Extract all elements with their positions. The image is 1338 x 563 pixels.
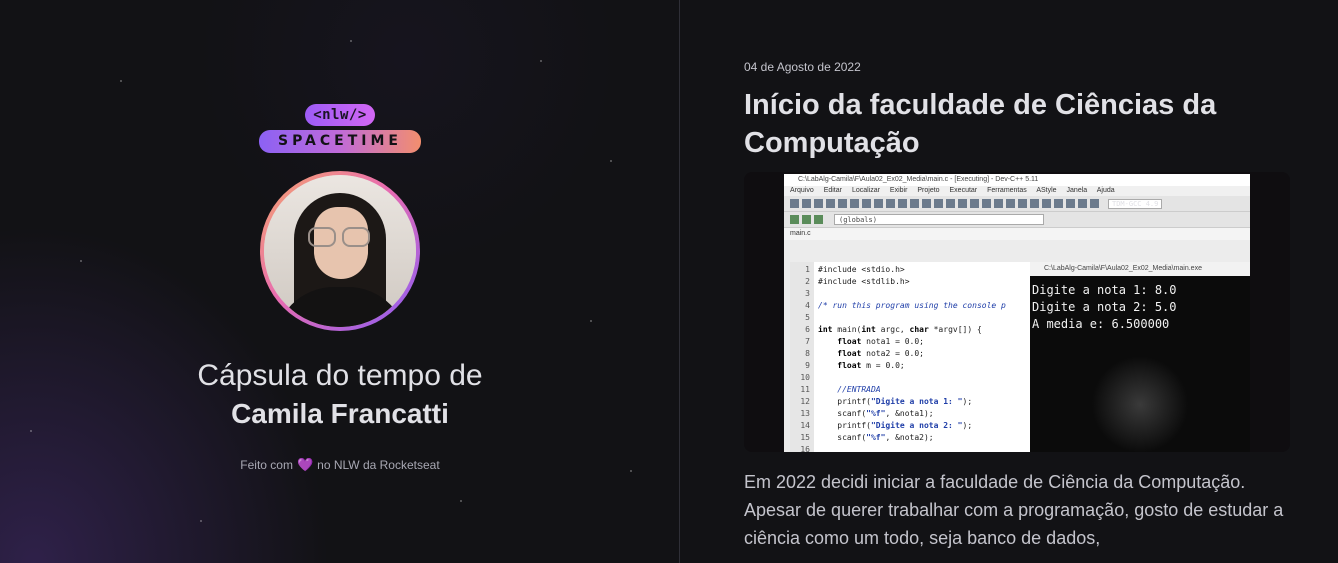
console-output: Digite a nota 1: 8.0 Digite a nota 2: 5.… [1032, 283, 1177, 331]
memory-panel[interactable]: 04 de Agosto de 2022 Início da faculdade… [680, 0, 1338, 563]
intro-panel: <nlw/> SPACETIME Cápsula do tempo de Cam… [0, 0, 680, 563]
ide-menu-item: Localizar [851, 187, 880, 194]
nlw-spacetime-logo: <nlw/> SPACETIME [259, 104, 421, 153]
ide-menu-bar: Arquivo Editar Localizar Exibir Projeto … [784, 186, 1250, 196]
ide-window-title: C:\LabAlg-Camila\F\Aula02_Ex02_Media\mai… [784, 174, 1250, 186]
ide-toolbar-secondary: (globals) [784, 212, 1250, 228]
logo-nlw-badge: <nlw/> [305, 104, 375, 126]
logo-spacetime-wordmark: SPACETIME [259, 130, 421, 153]
ide-menu-item: Janela [1066, 187, 1088, 194]
ide-code: #include <stdio.h> #include <stdlib.h> /… [818, 265, 1006, 442]
console-title: C:\LabAlg-Camila\F\Aula02_Ex02_Media\mai… [1030, 262, 1250, 276]
memory-date: 04 de Agosto de 2022 [744, 60, 861, 74]
ide-toolbar: TDM-GCC 4.9 [784, 196, 1250, 212]
ide-screenshot: C:\LabAlg-Camila\F\Aula02_Ex02_Media\mai… [784, 174, 1250, 452]
ide-console-window: C:\LabAlg-Camila\F\Aula02_Ex02_Media\mai… [1030, 262, 1250, 452]
ide-menu-item: Arquivo [790, 187, 814, 194]
ide-compiler-select: TDM-GCC 4.9 [1108, 198, 1163, 209]
ide-menu-item: Ajuda [1096, 187, 1115, 194]
ide-menu-item: Ferramentas [987, 187, 1027, 194]
footer-text-after: no NLW da Rocketseat [317, 458, 440, 472]
memory-title: Início da faculdade de Ciências da Compu… [744, 89, 1217, 159]
avatar-photo [264, 175, 416, 327]
ide-code-editor: 1 2 3 4 5 6 7 8 9 10 11 12 13 14 15 16 #… [790, 262, 1030, 452]
ide-menu-item: Editar [823, 187, 842, 194]
memory-image: C:\LabAlg-Camila\F\Aula02_Ex02_Media\mai… [744, 172, 1290, 452]
page: <nlw/> SPACETIME Cápsula do tempo de Cam… [0, 0, 1338, 563]
ide-menu-item: AStyle [1036, 187, 1057, 194]
capsule-owner-name: Camila Francatti [231, 398, 449, 429]
memory-description: Em 2022 decidi iniciar a faculdade de Ci… [744, 472, 1284, 548]
footer-text-before: Feito com [240, 458, 293, 472]
heart-icon: 💜 [296, 457, 314, 472]
ide-menu-item: Exibir [889, 187, 908, 194]
ide-menu-item: Executar [949, 187, 978, 194]
avatar [260, 171, 420, 331]
ide-line-numbers: 1 2 3 4 5 6 7 8 9 10 11 12 13 14 15 16 [790, 262, 814, 452]
footer-credit: Feito com 💜 no NLW da Rocketseat [240, 457, 439, 473]
capsule-title: Cápsula do tempo de [197, 359, 483, 392]
ide-scope-select: (globals) [834, 214, 1044, 225]
ide-menu-item: Projeto [917, 187, 940, 194]
ide-file-tab: main.c [784, 228, 1250, 240]
